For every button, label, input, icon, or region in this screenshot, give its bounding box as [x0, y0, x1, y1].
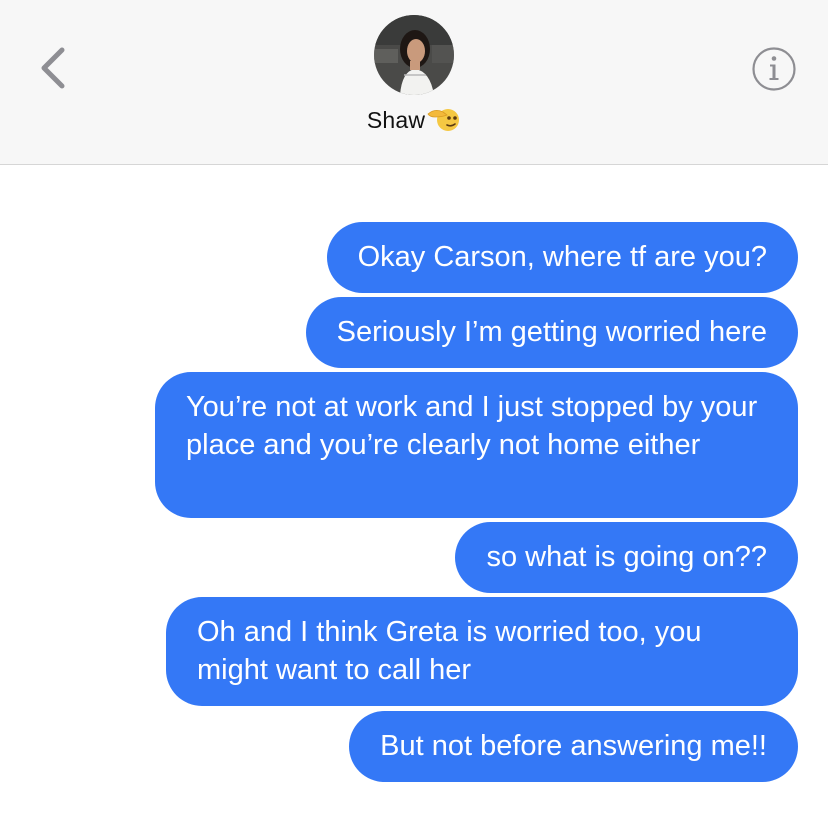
- message-text: Okay Carson, where tf are you?: [357, 241, 767, 273]
- message-bubble[interactable]: Seriously I’m getting worried here: [305, 297, 798, 368]
- message-bubble[interactable]: Oh and I think Greta is worried too, you…: [166, 597, 798, 706]
- info-circle-icon[interactable]: [751, 46, 797, 92]
- message-bubble[interactable]: You’re not at work and I just stopped by…: [155, 372, 798, 518]
- message-text: You’re not at work and I just stopped by…: [186, 391, 758, 461]
- message-bubble[interactable]: so what is going on??: [455, 522, 798, 593]
- message-text: so what is going on??: [486, 541, 767, 573]
- contact-name[interactable]: Shaw: [367, 107, 425, 133]
- message-bubble[interactable]: Okay Carson, where tf are you?: [326, 222, 798, 293]
- message-thread: Okay Carson, where tf are you? Seriously…: [0, 165, 828, 813]
- conversation-header: Shaw: [0, 0, 828, 165]
- saluting-face-emoji-icon: [427, 109, 460, 131]
- chevron-left-icon[interactable]: [34, 44, 74, 92]
- avatar[interactable]: [374, 15, 454, 95]
- message-text: Seriously I’m getting worried here: [336, 316, 767, 348]
- message-text: But not before answering me!!: [380, 730, 767, 762]
- message-text: Oh and I think Greta is worried too, you…: [197, 616, 702, 686]
- contact-name-row[interactable]: Shaw: [0, 104, 828, 134]
- message-bubble[interactable]: But not before answering me!!: [349, 711, 798, 782]
